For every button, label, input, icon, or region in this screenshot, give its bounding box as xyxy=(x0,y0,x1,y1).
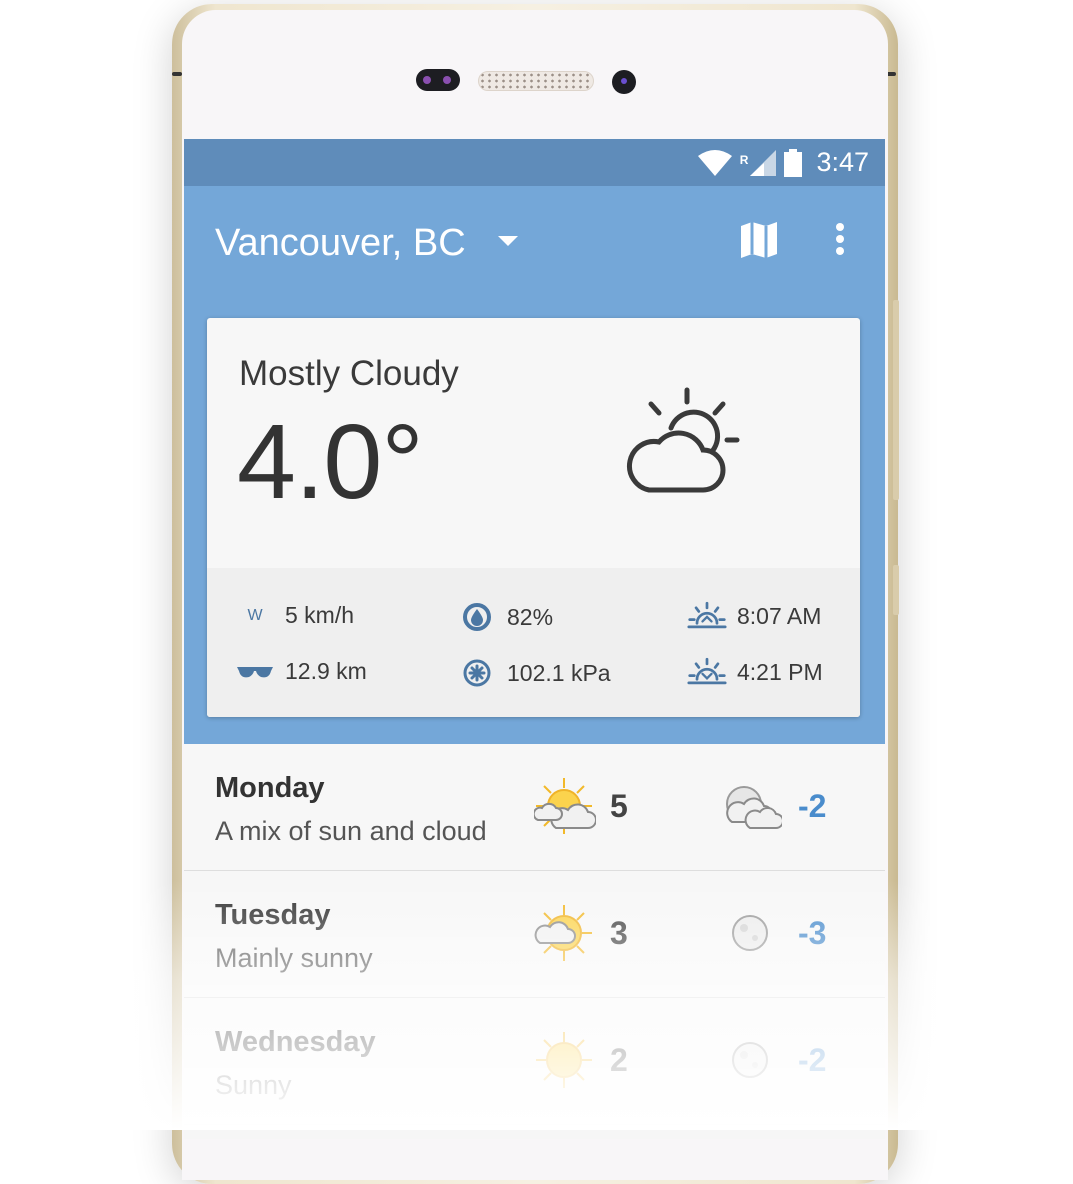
forecast-description: Sunny xyxy=(215,1070,292,1100)
forecast-row[interactable]: Wednesday Sunny 2 -2 xyxy=(184,998,885,1125)
map-icon[interactable] xyxy=(740,222,778,258)
forecast-description: A mix of sun and cloud xyxy=(215,816,487,846)
roaming-label: R xyxy=(739,152,749,167)
front-sensor xyxy=(416,69,460,91)
pressure-value: 102.1 kPa xyxy=(507,659,611,686)
visibility-value: 12.9 km xyxy=(285,658,367,684)
partly-cloudy-icon xyxy=(627,387,740,493)
forecast-row[interactable]: Tuesday Mainly sunny 3 -3 xyxy=(184,871,885,998)
front-camera xyxy=(612,70,636,94)
forecast-row[interactable]: Monday A mix of sun and cloud 5 -2 xyxy=(184,744,885,871)
sun-icon xyxy=(536,1032,592,1088)
forecast-low: -3 xyxy=(798,915,827,951)
sun-small-cloud-icon xyxy=(534,905,592,961)
wind-icon-label: W xyxy=(247,606,263,624)
forecast-high: 5 xyxy=(610,788,628,824)
earpiece-speaker xyxy=(478,71,594,91)
sunset-value: 4:21 PM xyxy=(737,658,823,685)
status-icons: R xyxy=(697,148,803,177)
pressure-detail: 102.1 kPa xyxy=(457,658,611,688)
forecast-low: -2 xyxy=(798,1042,827,1078)
current-conditions-card: Mostly Cloudy 4.0° W 5 km/h 82% 8:07 AM … xyxy=(207,318,860,717)
forecast-day: Wednesday xyxy=(215,1026,376,1058)
current-temperature: 4.0° xyxy=(237,403,424,521)
visibility-detail: 12.9 km xyxy=(235,658,367,685)
location-title[interactable]: Vancouver, BC xyxy=(215,222,466,265)
app-bar: Vancouver, BC Mostly Cloudy 4.0° W 5 km/… xyxy=(184,186,885,744)
phone-side-button xyxy=(893,565,899,615)
sunrise-icon xyxy=(687,600,727,632)
humidity-value: 82% xyxy=(507,603,554,630)
sun-cloud-icon xyxy=(534,778,596,834)
moon-icon xyxy=(732,915,768,951)
phone-side-button xyxy=(172,72,182,76)
sunset-icon xyxy=(687,656,727,688)
forecast-list: Monday A mix of sun and cloud 5 -2 Tuesd… xyxy=(184,744,885,1125)
visibility-icon xyxy=(235,663,275,681)
app-screen: R 3:47 Vancouver, BC Mostly Cloudy 4.0° xyxy=(184,139,885,1139)
forecast-low: -2 xyxy=(798,788,827,824)
wind-icon: W xyxy=(235,607,275,625)
wifi-icon xyxy=(697,149,732,176)
forecast-description: Mainly sunny xyxy=(215,943,373,973)
forecast-high: 2 xyxy=(610,1042,628,1078)
forecast-high: 3 xyxy=(610,915,628,951)
details-panel: W 5 km/h 82% 8:07 AM 12.9 km 102.1 kPa 4… xyxy=(207,568,860,717)
phone-side-button xyxy=(893,300,899,500)
pressure-icon xyxy=(457,658,497,688)
more-vert-icon[interactable] xyxy=(835,222,845,256)
sunrise-value: 8:07 AM xyxy=(737,602,822,629)
status-time: 3:47 xyxy=(816,147,869,177)
moon-cloud-icon xyxy=(726,786,782,829)
humidity-detail: 82% xyxy=(457,602,553,632)
battery-icon xyxy=(784,148,803,177)
humidity-icon xyxy=(457,602,497,632)
sunrise-detail: 8:07 AM xyxy=(687,600,821,632)
signal-icon xyxy=(750,149,777,176)
dropdown-arrow-icon[interactable] xyxy=(498,236,518,246)
moon-icon xyxy=(732,1042,768,1078)
sunset-detail: 4:21 PM xyxy=(687,656,823,688)
forecast-day: Monday xyxy=(215,772,325,804)
wind-value: 5 km/h xyxy=(285,602,355,628)
status-bar: R 3:47 xyxy=(184,139,885,186)
wind-detail: W 5 km/h xyxy=(235,602,354,629)
current-condition: Mostly Cloudy xyxy=(239,354,459,393)
forecast-day: Tuesday xyxy=(215,899,331,931)
